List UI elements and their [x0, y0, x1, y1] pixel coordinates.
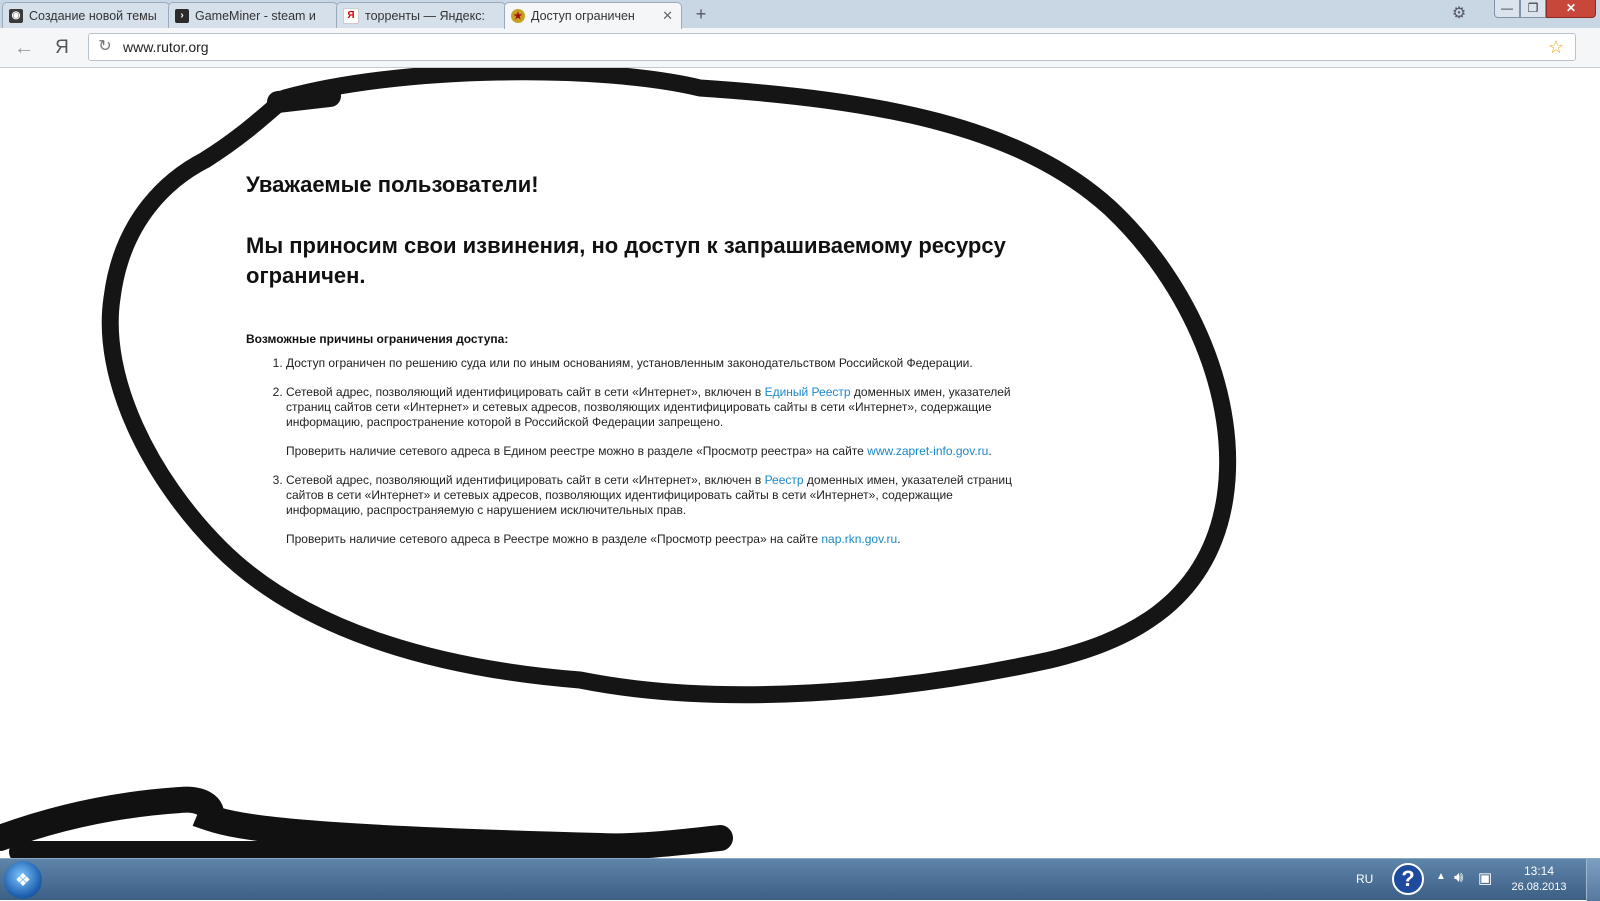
help-icon[interactable]: ?: [1392, 863, 1424, 895]
reason-item-unified-registry: Сетевой адрес, позволяющий идентифициров…: [286, 385, 1026, 459]
reasons-list: Доступ ограничен по решению суда или по …: [246, 356, 1026, 561]
close-window-button[interactable]: ✕: [1546, 0, 1596, 18]
yandex-button[interactable]: Я: [52, 36, 72, 60]
tab-yandex-search[interactable]: Я торренты — Яндекс:: [336, 2, 506, 28]
tray-expand-icon[interactable]: ▲: [1436, 871, 1446, 882]
zapret-info-link[interactable]: www.zapret-info.gov.ru: [867, 444, 988, 458]
maximize-button[interactable]: ❐: [1520, 0, 1546, 18]
back-arrow-icon[interactable]: ←: [12, 36, 36, 60]
gear-icon[interactable]: ⚙: [1446, 3, 1472, 25]
reason-text: Доступ ограничен по решению суда или по …: [286, 356, 973, 370]
reload-icon[interactable]: ↻: [95, 37, 115, 57]
url-input[interactable]: [123, 34, 1523, 60]
forum-icon: ◉: [9, 8, 23, 23]
registry-check-text: Проверить наличие сетевого адреса в Един…: [286, 444, 992, 458]
reason-item-ip-registry: Сетевой адрес, позволяющий идентифициров…: [286, 473, 1026, 547]
registry-check-text: Проверить наличие сетевого адреса в Реес…: [286, 532, 901, 546]
close-tab-icon[interactable]: ✕: [662, 8, 673, 24]
browser-chrome: ◉ Создание новой темы › GameMiner - stea…: [0, 0, 1600, 68]
tab-strip: ◉ Создание новой темы › GameMiner - stea…: [0, 0, 1600, 29]
reasons-heading: Возможные причины ограничения доступа:: [246, 332, 509, 346]
clock-date: 26.08.2013: [1511, 881, 1567, 893]
browser-toolbar: ← Я ↻ ☆: [0, 28, 1600, 68]
address-bar[interactable]: ↻ ☆: [88, 33, 1576, 61]
reason-text: Сетевой адрес, позволяющий идентифициров…: [286, 473, 1012, 517]
registry-link[interactable]: Реестр: [765, 473, 804, 487]
tab-create-topic[interactable]: ◉ Создание новой темы: [2, 2, 170, 28]
nap-rkn-link[interactable]: nap.rkn.gov.ru: [821, 532, 897, 546]
language-indicator[interactable]: RU: [1356, 872, 1373, 886]
tab-access-restricted[interactable]: ★ Доступ ограничен ✕: [504, 2, 682, 29]
system-clock[interactable]: 13:14 26.08.2013: [1504, 864, 1574, 893]
emblem-icon: ★: [511, 9, 525, 23]
yandex-icon: Я: [343, 7, 359, 24]
new-tab-button[interactable]: +: [690, 5, 712, 25]
windows-taskbar: ❖ RU ? ▲ 🔊︎ ▣ 13:14 26.08.2013: [0, 858, 1600, 901]
reason-text: Сетевой адрес, позволяющий идентифициров…: [286, 385, 1011, 429]
gameminer-icon: ›: [175, 8, 189, 23]
volume-icon[interactable]: 🔊︎: [1454, 869, 1463, 886]
minimize-button[interactable]: —: [1494, 0, 1520, 18]
tab-gameminer[interactable]: › GameMiner - steam и: [168, 2, 338, 28]
page-greeting: Уважаемые пользователи!: [246, 172, 539, 197]
show-desktop-button[interactable]: [1586, 859, 1600, 901]
page-apology: Мы приносим свои извинения, но доступ к …: [246, 233, 1006, 288]
clock-time: 13:14: [1523, 864, 1555, 878]
network-icon[interactable]: ▣: [1478, 869, 1492, 887]
page-content: Уважаемые пользователи! Мы приносим свои…: [0, 68, 1600, 858]
bookmark-star-icon[interactable]: ☆: [1545, 36, 1567, 58]
start-button[interactable]: ❖: [4, 861, 42, 899]
reason-item-court: Доступ ограничен по решению суда или по …: [286, 356, 1026, 371]
unified-registry-link[interactable]: Единый Реестр: [765, 385, 851, 399]
